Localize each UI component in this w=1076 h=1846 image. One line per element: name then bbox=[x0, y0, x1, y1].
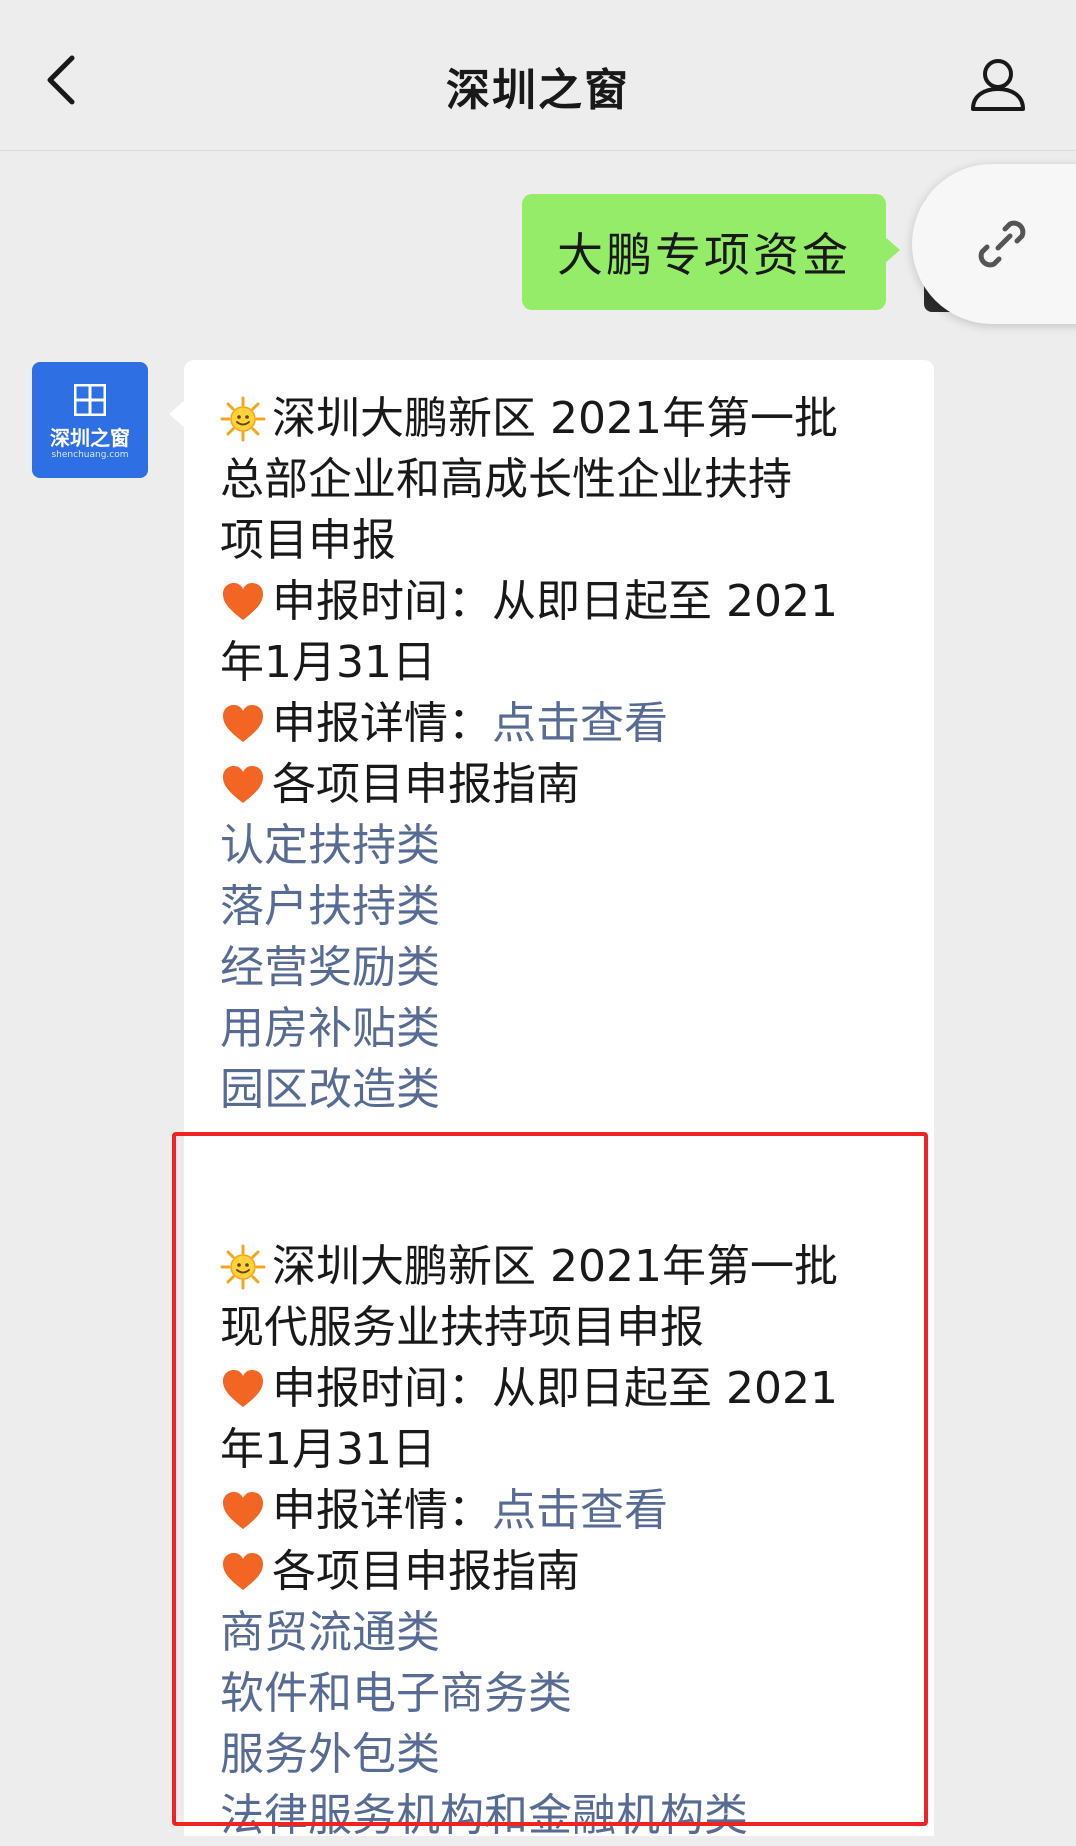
avatar-logo-text: 深圳之窗 bbox=[50, 426, 130, 450]
section1-guide-title: 各项目申报指南 bbox=[220, 754, 920, 815]
heart-icon bbox=[223, 765, 263, 803]
person-icon bbox=[971, 59, 1025, 111]
sent-message-text: 大鹏专项资金 bbox=[557, 228, 851, 282]
heart-icon bbox=[223, 582, 263, 620]
section1-time-text: 申报时间：从即日起至 2021 bbox=[272, 576, 838, 627]
section1-guide-title-text: 各项目申报指南 bbox=[272, 759, 580, 810]
section1-title-line: 总部企业和高成长性企业扶持 bbox=[220, 454, 792, 505]
guide-link-housing-subsidy[interactable]: 用房补贴类 bbox=[220, 998, 920, 1059]
section1-title-line: 深圳大鹏新区 2021年第一批 bbox=[220, 388, 920, 449]
section1-detail-label: 申报详情： bbox=[272, 698, 492, 749]
guide-link-operation-reward[interactable]: 经营奖励类 bbox=[220, 937, 920, 998]
avatar-logo-subtext: shenchuang.com bbox=[51, 450, 129, 460]
section1-time-line: 申报时间：从即日起至 2021 bbox=[220, 571, 920, 632]
section1-title-line: 项目申报 bbox=[220, 515, 396, 566]
floating-link-button[interactable] bbox=[912, 164, 1076, 324]
link-icon bbox=[978, 220, 1026, 268]
sun-icon bbox=[220, 396, 266, 441]
page-title: 深圳之窗 bbox=[446, 65, 630, 116]
account-avatar[interactable]: 深圳之窗 shenchuang.com bbox=[32, 362, 148, 478]
heart-icon bbox=[223, 704, 263, 742]
section1-title-text: 深圳大鹏新区 2021年第一批 bbox=[272, 393, 838, 444]
profile-button[interactable] bbox=[968, 54, 1028, 114]
window-logo-icon bbox=[74, 384, 106, 416]
guide-link-settlement[interactable]: 落户扶持类 bbox=[220, 876, 920, 937]
sent-message-bubble[interactable]: 大鹏专项资金 bbox=[522, 194, 900, 310]
guide-link-park-renovation[interactable]: 园区改造类 bbox=[220, 1059, 920, 1120]
navigation-bar: 深圳之窗 bbox=[0, 0, 1076, 151]
highlight-box bbox=[172, 1132, 928, 1826]
section1-detail-link[interactable]: 点击查看 bbox=[492, 693, 668, 754]
section1-detail-line: 申报详情： 点击查看 bbox=[220, 693, 920, 754]
section1-time-line: 年1月31日 bbox=[220, 637, 436, 688]
guide-link-certification[interactable]: 认定扶持类 bbox=[220, 815, 920, 876]
